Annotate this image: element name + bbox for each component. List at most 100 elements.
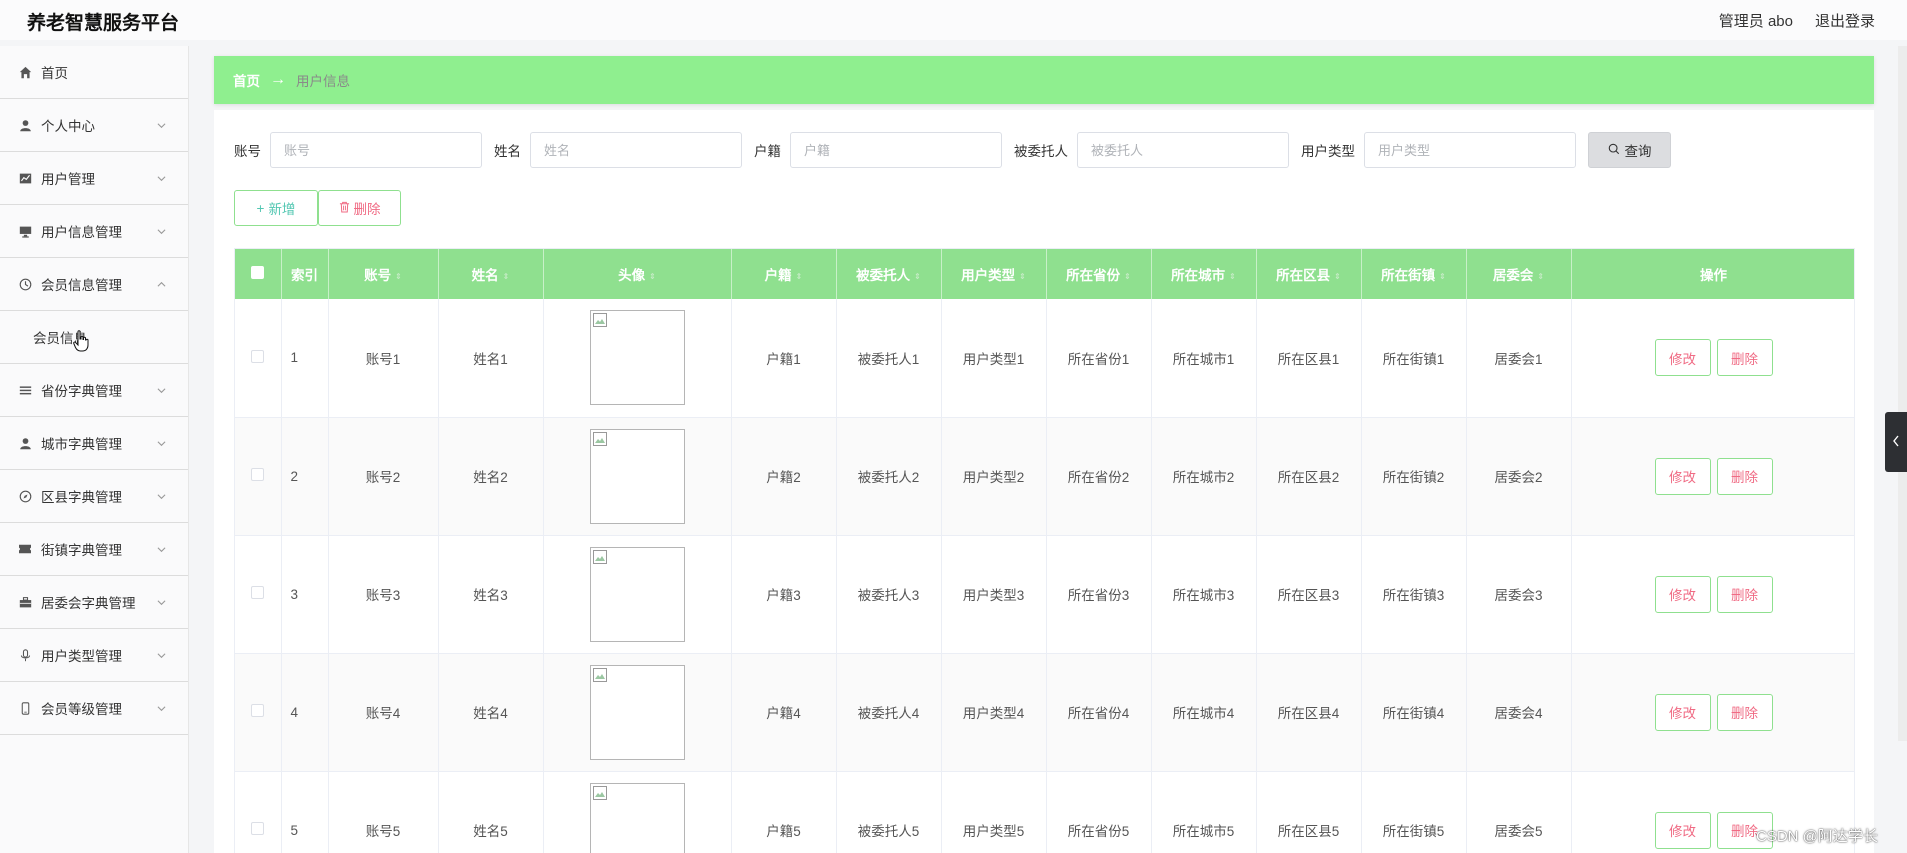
sort-icon[interactable]: ⇕	[1229, 272, 1236, 281]
sidebar-item-user-management[interactable]: 用户管理	[0, 152, 188, 205]
sort-icon[interactable]: ⇕	[649, 272, 656, 281]
row-checkbox[interactable]	[251, 704, 265, 717]
column-header[interactable]: 所在城市 ⇕	[1151, 249, 1257, 299]
user-table: 索引 账号 ⇕ 姓名 ⇕ 头像 ⇕ 户籍 ⇕ 被委托人 ⇕ 用户类型 ⇕ 所在省份 ⇕ 所在城…	[234, 248, 1855, 853]
plus-icon: +	[256, 200, 265, 216]
table-row: 2 账号2 姓名2 户籍2 被委托人2 用户类型2 所在省份2 所在城市2 所在…	[235, 417, 1854, 536]
cell-user-type: 用户类型3	[941, 535, 1047, 654]
column-header[interactable]: 所在区县 ⇕	[1256, 249, 1362, 299]
cell-user-type: 用户类型2	[941, 417, 1047, 536]
add-button[interactable]: + 新增	[234, 190, 318, 226]
cell-trustee: 被委托人4	[836, 653, 942, 772]
cell-town: 所在街镇2	[1361, 417, 1467, 536]
column-header[interactable]: 所在街镇 ⇕	[1361, 249, 1467, 299]
admin-username[interactable]: 管理员 abo	[1719, 10, 1793, 31]
sort-icon[interactable]: ⇕	[1439, 272, 1446, 281]
chevron-down-icon	[156, 703, 166, 713]
sort-icon[interactable]: ⇕	[1537, 272, 1544, 281]
briefcase-icon	[17, 594, 33, 610]
select-all-checkbox[interactable]	[251, 266, 265, 279]
row-delete-button[interactable]: 删除	[1716, 339, 1773, 377]
huji-search-input[interactable]	[790, 132, 1002, 168]
sidebar-item-city-dict[interactable]: 城市字典管理	[0, 417, 188, 470]
select-all-cell[interactable]	[235, 249, 282, 299]
sort-icon[interactable]: ⇕	[1334, 272, 1341, 281]
row-select-cell[interactable]	[235, 653, 282, 772]
name-search-input[interactable]	[530, 132, 742, 168]
row-delete-button[interactable]: 删除	[1716, 693, 1773, 731]
row-checkbox[interactable]	[251, 822, 265, 835]
sidebar-item-label: 用户类型管理	[41, 649, 122, 664]
clock-icon	[17, 276, 33, 292]
row-delete-button[interactable]: 删除	[1716, 575, 1773, 613]
sort-icon[interactable]: ⇕	[395, 272, 402, 281]
row-checkbox[interactable]	[251, 349, 265, 363]
breadcrumb-home-link[interactable]: 首页	[233, 70, 260, 90]
edit-button[interactable]: 修改	[1654, 811, 1711, 849]
sidebar-item-province-dict[interactable]: 省份字典管理	[0, 364, 188, 417]
cell-city: 所在城市2	[1151, 417, 1257, 536]
sidebar-item-member-info-management[interactable]: 会员信息管理	[0, 258, 188, 311]
cell-county: 所在区县1	[1256, 299, 1362, 418]
sidebar-item-label: 首页	[41, 66, 68, 81]
edit-button[interactable]: 修改	[1654, 575, 1711, 613]
query-button[interactable]: 查询	[1588, 132, 1671, 168]
trustee-search-input[interactable]	[1077, 132, 1289, 168]
cell-committee: 居委会2	[1466, 417, 1572, 536]
cell-province: 所在省份2	[1046, 417, 1152, 536]
column-header[interactable]: 被委托人 ⇕	[836, 249, 942, 299]
column-header[interactable]: 居委会 ⇕	[1466, 249, 1572, 299]
cell-county: 所在区县2	[1256, 417, 1362, 536]
sidebar-item-label: 个人中心	[41, 119, 95, 134]
column-header[interactable]: 姓名 ⇕	[438, 249, 544, 299]
column-header[interactable]: 户籍 ⇕	[731, 249, 837, 299]
column-header[interactable]: 用户类型 ⇕	[941, 249, 1047, 299]
cell-avatar	[543, 299, 732, 418]
row-delete-button[interactable]: 删除	[1716, 457, 1773, 495]
edit-button[interactable]: 修改	[1654, 457, 1711, 495]
broken-image-icon	[592, 313, 607, 328]
sort-icon[interactable]: ⇕	[1019, 272, 1026, 281]
row-checkbox[interactable]	[251, 468, 265, 481]
edit-button[interactable]: 修改	[1654, 693, 1711, 731]
sidebar-item-home[interactable]: 首页	[0, 46, 188, 99]
user-type-search-input[interactable]	[1364, 132, 1576, 168]
column-header[interactable]: 账号 ⇕	[328, 249, 439, 299]
sidebar-item-user-type-management[interactable]: 用户类型管理	[0, 629, 188, 682]
cell-account: 账号5	[328, 771, 439, 853]
edit-button[interactable]: 修改	[1654, 339, 1711, 377]
row-select-cell[interactable]	[235, 771, 282, 853]
sidebar-item-county-dict[interactable]: 区县字典管理	[0, 470, 188, 523]
column-header[interactable]: 所在省份 ⇕	[1046, 249, 1152, 299]
cell-avatar	[543, 535, 732, 654]
sidebar-item-committee-dict[interactable]: 居委会字典管理	[0, 576, 188, 629]
cell-name: 姓名5	[438, 771, 544, 853]
batch-delete-button[interactable]: 删除	[318, 190, 401, 226]
sidebar-subitem-member-info[interactable]: 会员信息	[0, 311, 188, 364]
sidebar-item-town-dict[interactable]: 街镇字典管理	[0, 523, 188, 576]
home-icon	[17, 64, 33, 80]
sort-icon[interactable]: ⇕	[503, 272, 510, 281]
sidebar-item-member-level-management[interactable]: 会员等级管理	[0, 682, 188, 735]
cell-trustee: 被委托人5	[836, 771, 942, 853]
sidebar-item-personal-center[interactable]: 个人中心	[0, 99, 188, 152]
logout-link[interactable]: 退出登录	[1815, 10, 1875, 31]
account-search-input[interactable]	[270, 132, 482, 168]
trustee-label: 被委托人	[1014, 144, 1068, 159]
sidebar-item-label: 省份字典管理	[41, 384, 122, 399]
row-select-cell[interactable]	[235, 535, 282, 654]
sidebar-item-user-info-management[interactable]: 用户信息管理	[0, 205, 188, 258]
row-checkbox[interactable]	[251, 586, 265, 599]
cell-avatar	[543, 653, 732, 772]
chevron-down-icon	[156, 544, 166, 554]
side-panel-toggle[interactable]	[1885, 412, 1907, 472]
row-select-cell[interactable]	[235, 417, 282, 536]
sort-icon[interactable]: ⇕	[796, 272, 803, 281]
search-form: 账号 姓名 户籍 被委托人 用户类型 查询	[234, 132, 1671, 168]
sort-icon[interactable]: ⇕	[1124, 272, 1131, 281]
column-header[interactable]: 头像 ⇕	[543, 249, 732, 299]
cell-account: 账号1	[328, 299, 439, 418]
row-select-cell[interactable]	[235, 299, 282, 418]
page-scrollbar[interactable]	[1898, 46, 1907, 741]
sort-icon[interactable]: ⇕	[914, 272, 921, 281]
